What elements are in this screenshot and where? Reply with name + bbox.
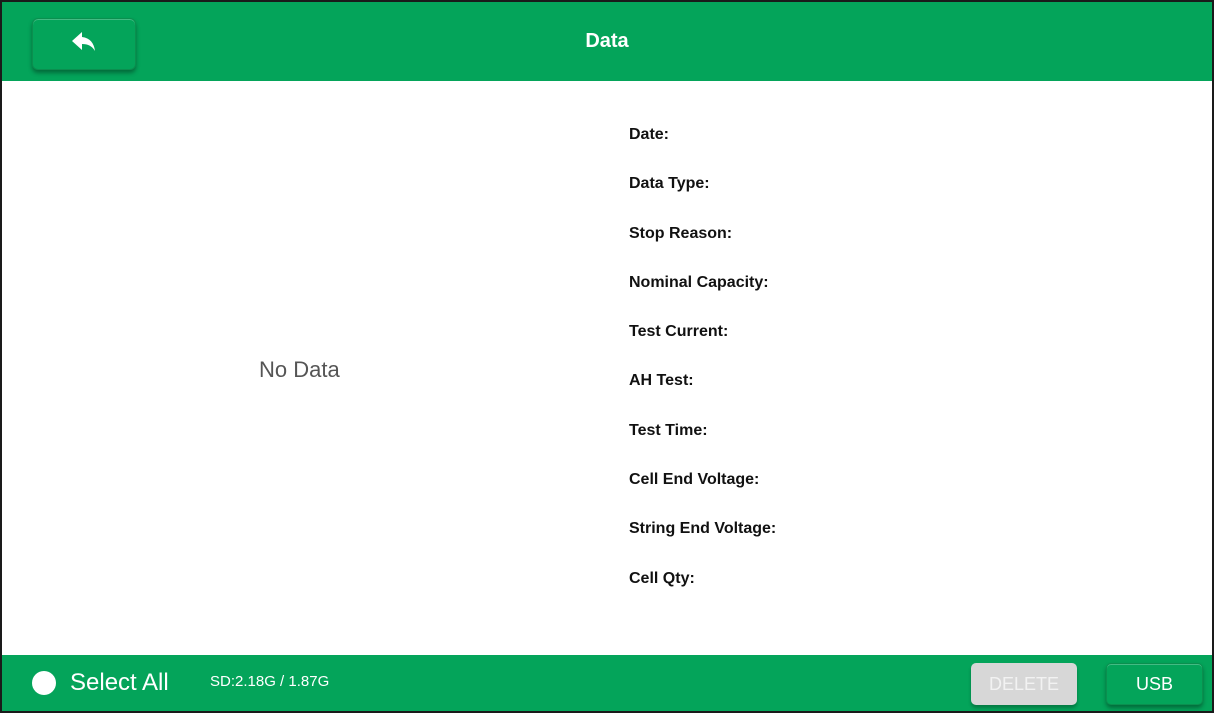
detail-label-test-current: Test Current: [629, 323, 729, 341]
back-button[interactable] [32, 18, 136, 70]
header-bar: Data [2, 2, 1212, 81]
detail-label-cell-qty: Cell Qty: [629, 569, 695, 587]
detail-label-date: Date: [629, 126, 670, 143]
footer-bar: Select All SD:2.18G / 1.87G DELETE USB [2, 655, 1212, 711]
delete-button[interactable]: DELETE [971, 663, 1077, 705]
back-arrow-icon [71, 31, 97, 58]
usb-button[interactable]: USB [1106, 663, 1203, 705]
app-window: Data No Data Date: Data Type: Stop Reaso… [0, 0, 1214, 713]
select-all-label: Select All [70, 669, 169, 696]
detail-label-nominal-capacity: Nominal Capacity: [629, 273, 769, 291]
detail-label-string-end-voltage: String End Voltage: [629, 520, 777, 538]
radio-circle-icon[interactable] [32, 671, 56, 695]
detail-label-ah-test: AH Test: [629, 372, 694, 390]
detail-list: Date: Data Type: Stop Reason: Nominal Ca… [629, 125, 776, 618]
select-all-toggle[interactable]: Select All [32, 667, 169, 699]
sd-storage-info: SD:2.18G / 1.87G [210, 673, 330, 690]
empty-state-message: No Data [259, 357, 340, 382]
main-content: No Data Date: Data Type: Stop Reason: No… [2, 81, 1212, 655]
page-title: Data [585, 30, 629, 52]
detail-label-stop-reason: Stop Reason: [629, 224, 733, 242]
detail-label-data-type: Data Type: [629, 175, 710, 193]
detail-label-test-time: Test Time: [629, 421, 708, 439]
detail-label-cell-end-voltage: Cell End Voltage: [629, 471, 760, 489]
